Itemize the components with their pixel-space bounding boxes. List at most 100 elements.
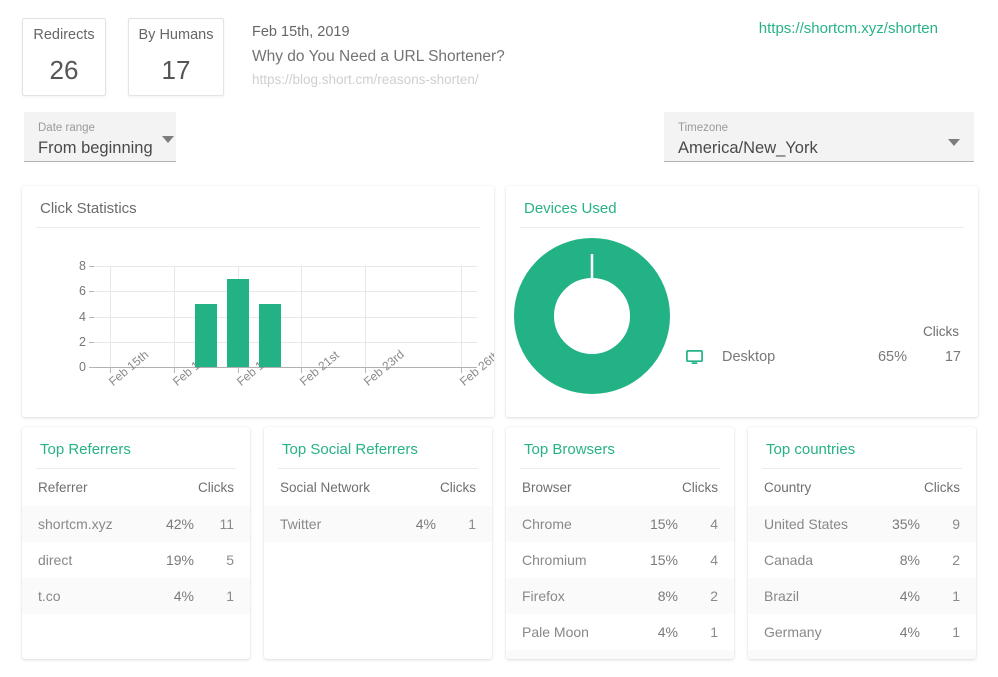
cell-percent: 42%	[165, 516, 194, 532]
table-row[interactable]: Canada 8% 2	[748, 542, 976, 578]
top-social-referrers-title: Top Social Referrers	[282, 441, 418, 458]
short-url-link[interactable]: https://shortcm.xyz/shorten	[759, 20, 938, 37]
table-row[interactable]: Pale Moon 4% 1	[506, 614, 734, 650]
cell-clicks: 1	[924, 650, 976, 659]
cell-name: direct	[38, 552, 73, 568]
chevron-down-icon	[948, 139, 960, 146]
cell-name: Twitter	[280, 516, 322, 532]
cell-name: Brazil	[764, 588, 800, 604]
click-statistics-chart: 0 2 4 6 8 Feb 15th Feb 17th Feb 19th Feb 21st Feb…	[22, 228, 494, 417]
cell-percent: 4%	[173, 588, 194, 604]
table-header-row: Country Clicks	[748, 469, 976, 506]
cell-percent: 35%	[891, 516, 920, 532]
table-row[interactable]: Brazil 4% 1	[748, 578, 976, 614]
timezone-select[interactable]: Timezone America/New_York	[664, 112, 974, 162]
column-header-name: Browser	[522, 480, 572, 495]
bar[interactable]	[226, 278, 249, 367]
cell-clicks: 1	[952, 588, 960, 604]
bar[interactable]	[258, 303, 281, 367]
table-row[interactable]: Twitter 4% 1	[264, 506, 492, 542]
cell-clicks: 2	[710, 588, 718, 604]
table-row[interactable]: shortcm.xyz 42% 11	[22, 506, 250, 542]
cell-name: Pale Moon	[522, 624, 589, 640]
devices-legend: Clicks Desktop 65% 17	[686, 324, 961, 365]
cell-clicks: 11	[219, 516, 234, 532]
column-header-name: Social Network	[280, 480, 371, 495]
gridline	[94, 291, 477, 293]
cell-percent: 4%	[657, 624, 678, 640]
devices-clicks-header: Clicks	[923, 324, 959, 339]
cell-clicks: 1	[710, 624, 718, 640]
link-destination-url: https://blog.short.cm/reasons-shorten/	[252, 72, 479, 88]
top-countries-table: Country Clicks United States 35% 9 Canada 8%…	[748, 469, 976, 659]
table-row[interactable]: United States 35% 9	[748, 506, 976, 542]
gridline-vertical	[109, 266, 111, 367]
y-axis-tick-label: 0	[79, 360, 86, 374]
cell-name: Germany	[764, 624, 822, 640]
table-row[interactable]: Germany 4% 1	[748, 614, 976, 650]
cell-clicks: 4	[710, 516, 718, 532]
table-row[interactable]: Chrome 15% 4	[506, 506, 734, 542]
table-row[interactable]: t.co 4% 1	[22, 578, 250, 614]
cell-percent: 8%	[899, 552, 920, 568]
x-axis-tick-label: Feb 21st	[297, 347, 343, 389]
timezone-value: America/New_York	[678, 139, 818, 158]
devices-used-card: Devices Used Clicks Desktop 65% 17	[506, 186, 978, 417]
cell-percent: 4%	[415, 516, 436, 532]
top-browsers-table: Browser Clicks Chrome 15% 4 Chromium 15% 4 Fir…	[506, 469, 734, 659]
cell-clicks: 5	[226, 552, 234, 568]
column-header-name: Referrer	[38, 480, 88, 495]
stat-label-redirects: Redirects	[33, 27, 95, 44]
cell-name: Safari	[506, 650, 633, 659]
y-axis-tick-label: 8	[79, 259, 86, 273]
cell-clicks: 1	[226, 588, 234, 604]
cell-percent: 15%	[649, 516, 678, 532]
gridline	[94, 341, 477, 343]
x-axis-tick-label: Feb 26th	[457, 347, 494, 389]
y-axis-tick-label: 2	[79, 334, 86, 349]
click-statistics-card: Click Statistics 0 2 4 6 8 Feb 15th Feb 17th Fe…	[22, 186, 494, 417]
filters-bar: Date range From beginning Timezone Ameri…	[0, 112, 998, 174]
top-countries-title: Top countries	[766, 441, 856, 458]
stat-label-by-humans: By Humans	[138, 27, 214, 44]
cell-clicks: 1	[952, 624, 960, 640]
device-clicks: 17	[944, 349, 961, 365]
table-row[interactable]: Chromium 15% 4	[506, 542, 734, 578]
column-header-clicks: Clicks	[924, 480, 960, 495]
cell-name: United States	[764, 516, 849, 532]
devices-used-title: Devices Used	[524, 200, 617, 217]
top-referrers-card: Top Referrers Referrer Clicks shortcm.xy…	[22, 427, 250, 659]
device-name: Desktop	[722, 349, 776, 365]
x-axis-tick-mark	[109, 367, 111, 373]
date-range-label: Date range	[38, 122, 95, 134]
gridline-vertical	[173, 266, 175, 367]
bar-chart-plot: 0 2 4 6 8 Feb 15th Feb 17th Feb 19th Feb 21st Feb…	[79, 259, 494, 389]
gridline-vertical	[365, 266, 367, 367]
cell-name: t.co	[38, 588, 61, 604]
table-row[interactable]: Safari4%1	[506, 650, 734, 659]
cell-clicks: 4	[710, 552, 718, 568]
x-axis-tick-mark	[173, 367, 175, 373]
cell-percent: 8%	[657, 588, 678, 604]
date-range-select[interactable]: Date range From beginning	[24, 112, 176, 162]
table-row[interactable]: Firefox 8% 2	[506, 578, 734, 614]
column-header-clicks: Clicks	[198, 480, 234, 495]
gridline	[94, 316, 477, 318]
header: Redirects 26 By Humans 17 Feb 15th, 2019…	[0, 0, 998, 96]
table-row[interactable]: direct 19% 5	[22, 542, 250, 578]
link-meta: Feb 15th, 2019 Why do You Need a URL Sho…	[252, 18, 505, 91]
devices-legend-row: Desktop 65% 17	[686, 349, 961, 365]
cell-name: Firefox	[522, 588, 565, 604]
gridline	[94, 266, 477, 267]
x-axis-tick-mark	[237, 367, 239, 373]
top-social-referrers-table: Social Network Clicks Twitter 4% 1	[264, 469, 492, 542]
cell-name: Chromium	[522, 552, 587, 568]
link-date: Feb 15th, 2019	[252, 24, 350, 40]
x-axis-tick-label: Feb 15th	[105, 347, 152, 389]
cell-name: shortcm.xyz	[38, 516, 113, 532]
bar[interactable]	[194, 303, 217, 367]
gridline-vertical	[301, 266, 303, 367]
cell-clicks: 1	[682, 650, 734, 659]
table-row[interactable]: France4%1	[748, 650, 976, 659]
top-browsers-title: Top Browsers	[524, 441, 615, 458]
